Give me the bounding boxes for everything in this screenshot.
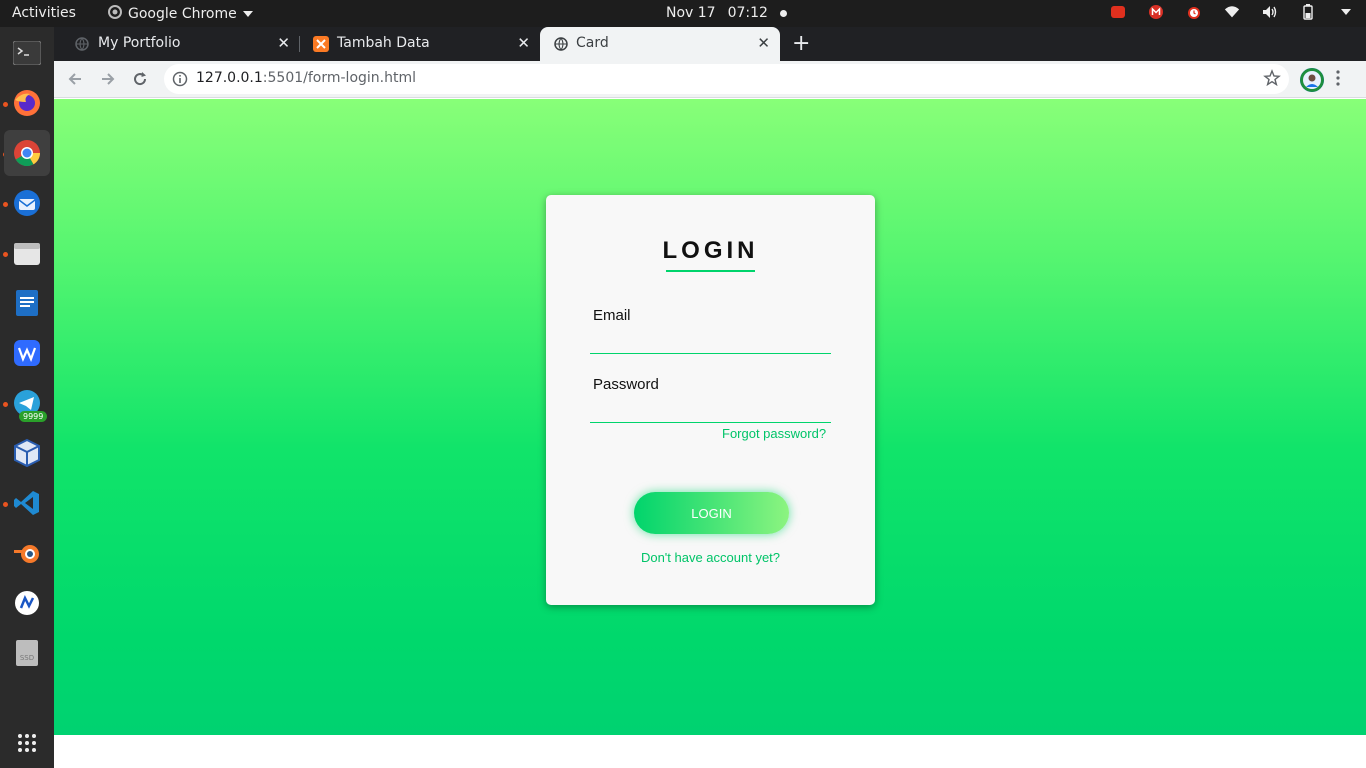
clock-date: Nov 17 — [666, 5, 716, 21]
site-info-icon[interactable] — [172, 71, 188, 91]
thunderbird-icon[interactable] — [4, 180, 50, 226]
show-apps-icon[interactable] — [4, 720, 50, 766]
app-menu-label: Google Chrome — [128, 6, 237, 22]
login-card: LOGIN Email Password Forgot password? LO… — [546, 195, 875, 605]
power-menu-chevron-icon[interactable] — [1338, 4, 1354, 20]
blender-icon[interactable] — [4, 530, 50, 576]
password-field[interactable] — [590, 401, 831, 423]
wps-icon[interactable] — [4, 330, 50, 376]
virtualbox-icon[interactable] — [4, 430, 50, 476]
globe-icon — [74, 36, 90, 52]
writer-icon[interactable] — [4, 280, 50, 326]
notification-dot — [779, 9, 787, 17]
telegram-badge: 9999 — [19, 411, 48, 422]
tab-title: Tambah Data — [337, 35, 430, 51]
email-label: Email — [593, 307, 631, 324]
alarm-icon[interactable] — [1186, 4, 1202, 20]
bookmark-star-icon[interactable] — [1263, 69, 1281, 91]
tab-my-portfolio[interactable]: My Portfolio ✕ — [54, 27, 300, 61]
forgot-password-link[interactable]: Forgot password? — [722, 426, 826, 441]
app-icon[interactable] — [4, 580, 50, 626]
xampp-icon — [313, 36, 329, 52]
password-label: Password — [593, 376, 659, 393]
browser-toolbar: 127.0.0.1:5501/form-login.html — [54, 61, 1366, 98]
login-title: LOGIN — [662, 237, 759, 264]
clock-time: 07:12 — [727, 5, 768, 21]
chrome-small-icon — [108, 5, 122, 23]
dock: 9999 SSD — [0, 27, 54, 768]
tab-title: My Portfolio — [98, 35, 181, 51]
title-underline — [666, 270, 755, 272]
terminal-icon[interactable] — [4, 30, 50, 76]
address-bar[interactable]: 127.0.0.1:5501/form-login.html — [164, 64, 1289, 94]
ssd-label: SSD — [20, 654, 34, 662]
login-button[interactable]: LOGIN — [634, 492, 789, 534]
page-viewport: LOGIN Email Password Forgot password? LO… — [54, 99, 1366, 735]
close-tab-icon[interactable]: ✕ — [757, 34, 770, 52]
tab-title: Card — [576, 35, 609, 51]
globe-icon — [553, 36, 569, 52]
activities-button[interactable]: Activities — [12, 5, 76, 21]
url-text: 127.0.0.1:5501/form-login.html — [196, 70, 416, 86]
forward-icon[interactable] — [97, 68, 119, 90]
reload-icon[interactable] — [129, 68, 151, 90]
new-tab-button[interactable]: + — [792, 31, 810, 56]
system-tray[interactable] — [1110, 4, 1354, 20]
chevron-down-icon — [242, 6, 253, 22]
gmail-icon[interactable] — [1148, 4, 1164, 20]
tab-card[interactable]: Card ✕ — [540, 27, 780, 61]
tab-tambah-data[interactable]: Tambah Data ✕ — [300, 27, 540, 61]
email-field[interactable] — [590, 332, 831, 354]
firefox-icon[interactable] — [4, 80, 50, 126]
url-host: 127.0.0.1 — [196, 70, 263, 86]
system-top-bar: Activities Google Chrome Nov 17 07:12 — [0, 0, 1366, 27]
close-tab-icon[interactable]: ✕ — [517, 34, 530, 52]
volume-icon[interactable] — [1262, 4, 1278, 20]
url-path: :5501/form-login.html — [262, 70, 416, 86]
back-icon[interactable] — [64, 68, 86, 90]
chrome-icon[interactable] — [4, 130, 50, 176]
app-menu[interactable]: Google Chrome — [108, 5, 253, 23]
profile-avatar[interactable] — [1300, 68, 1324, 92]
vscode-icon[interactable] — [4, 480, 50, 526]
files-icon[interactable] — [4, 230, 50, 276]
clock[interactable]: Nov 17 07:12 — [666, 5, 787, 21]
signup-link[interactable]: Don't have account yet? — [546, 550, 875, 565]
ssd-drive-icon[interactable]: SSD — [4, 630, 50, 676]
cpu-temp-icon[interactable] — [1110, 4, 1126, 20]
wifi-icon[interactable] — [1224, 4, 1240, 20]
more-menu-icon[interactable] — [1336, 70, 1340, 90]
battery-icon[interactable] — [1300, 4, 1316, 20]
close-tab-icon[interactable]: ✕ — [277, 34, 290, 52]
tab-strip: My Portfolio ✕ Tambah Data ✕ Card ✕ + — [54, 27, 1366, 61]
